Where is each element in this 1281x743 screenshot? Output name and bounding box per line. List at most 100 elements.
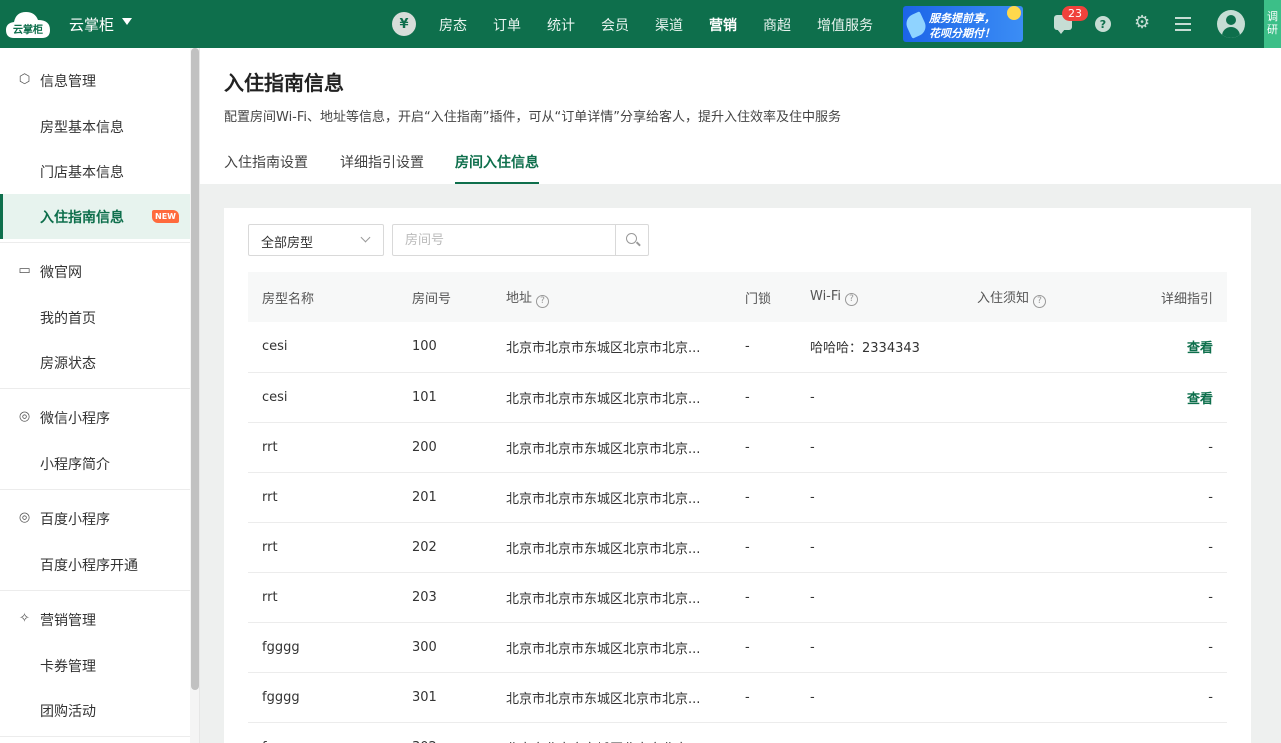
tab-room-checkin-info[interactable]: 房间入住信息 bbox=[455, 152, 539, 184]
sidebar-item[interactable]: 小程序简介 bbox=[0, 441, 190, 486]
sidebar-group-title[interactable]: ◎ 百度小程序 bbox=[0, 496, 190, 540]
table-cell: - bbox=[1093, 422, 1227, 473]
sidebar-group-title[interactable]: ⬡ 信息管理 bbox=[0, 58, 190, 102]
cell-text: 北京市北京市东城区北京市北京... bbox=[506, 341, 701, 357]
sidebar-item[interactable]: 我的首页 bbox=[0, 295, 190, 340]
table-cell: - bbox=[731, 372, 796, 423]
cell-text: - bbox=[810, 389, 815, 405]
sidebar-item[interactable]: 百度小程序开通 bbox=[0, 542, 190, 587]
room-type-select[interactable]: 全部房型 bbox=[248, 224, 384, 256]
sidebar-divider bbox=[0, 242, 190, 243]
menu-icon[interactable] bbox=[1175, 17, 1191, 31]
sidebar-group-title[interactable]: ✧ 营销管理 bbox=[0, 597, 190, 641]
sidebar-divider bbox=[0, 388, 190, 389]
sidebar-item[interactable]: 门店基本信息 bbox=[0, 149, 190, 194]
help-icon[interactable]: ? bbox=[1095, 16, 1111, 32]
cell-text: 301 bbox=[412, 689, 437, 705]
sidebar-group-label: 百度小程序 bbox=[40, 512, 110, 528]
nav-item[interactable]: 订单 bbox=[493, 15, 521, 35]
cell-text: 202 bbox=[412, 539, 437, 555]
search-icon[interactable] bbox=[615, 225, 648, 255]
table-row: fgggg 301 北京市北京市东城区北京市北京... - - - bbox=[248, 672, 1227, 723]
table-cell bbox=[963, 672, 1093, 723]
yen-icon[interactable]: ¥ bbox=[392, 12, 416, 36]
sidebar-item[interactable]: 卡券管理 bbox=[0, 643, 190, 688]
sidebar-item[interactable]: 入住指南信息 NEW bbox=[0, 194, 190, 239]
table-cell: fgggg bbox=[248, 722, 398, 743]
cell-text: - bbox=[810, 539, 815, 555]
room-number-input[interactable] bbox=[393, 225, 615, 255]
col-header-room-number: 房间号 bbox=[398, 272, 492, 322]
sidebar-scrollbar-thumb[interactable] bbox=[191, 48, 199, 690]
sidebar-group-title[interactable]: ▭ 微官网 bbox=[0, 249, 190, 293]
table-cell: - bbox=[731, 572, 796, 623]
page-title: 入住指南信息 bbox=[224, 71, 344, 95]
table-cell: cesi bbox=[248, 322, 398, 373]
table-cell: 北京市北京市东城区北京市北京... bbox=[492, 672, 731, 723]
table-cell: fgggg bbox=[248, 622, 398, 673]
table-cell: 哈哈哈：2334343 bbox=[796, 322, 963, 373]
table-row: cesi 100 北京市北京市东城区北京市北京... - 哈哈哈：2334343 查看 bbox=[248, 322, 1227, 373]
gear-icon[interactable]: ⚙ bbox=[1134, 14, 1150, 32]
table-header-row: 房型名称 房间号 地址? 门锁 Wi-Fi? 入住须知? 详细指引 bbox=[248, 272, 1227, 322]
promo-banner[interactable]: 服务提前享， 花呗分期付！ bbox=[903, 6, 1023, 42]
table-cell: - bbox=[796, 372, 963, 423]
sidebar-item-label: 门店基本信息 bbox=[40, 165, 124, 181]
caret-down-icon[interactable] bbox=[122, 18, 132, 25]
table-cell: 北京市北京市东城区北京市北京... bbox=[492, 322, 731, 373]
cell-text: fgggg bbox=[262, 689, 300, 705]
table-cell: rrt bbox=[248, 472, 398, 523]
sidebar-item[interactable]: 房源状态 bbox=[0, 340, 190, 385]
question-circle-icon[interactable]: ? bbox=[1033, 294, 1047, 308]
table-cell: fgggg bbox=[248, 672, 398, 723]
cell-text: - bbox=[810, 740, 815, 743]
nav-item[interactable]: 增值服务 bbox=[817, 15, 873, 35]
nav-item[interactable]: 房态 bbox=[439, 15, 467, 35]
cell-text: 北京市北京市东城区北京市北京... bbox=[506, 591, 701, 607]
cell-text: - bbox=[1208, 689, 1213, 705]
col-header-lock: 门锁 bbox=[731, 272, 796, 322]
table-cell: 北京市北京市东城区北京市北京... bbox=[492, 722, 731, 743]
nav-item[interactable]: 商超 bbox=[763, 15, 791, 35]
cell-text: cesi bbox=[262, 339, 288, 355]
table-cell: 302 bbox=[398, 722, 492, 743]
cell-text: - bbox=[1208, 589, 1213, 605]
sidebar-item-label: 我的首页 bbox=[40, 311, 96, 327]
table-cell bbox=[963, 722, 1093, 743]
sidebar: ⬡ 信息管理房型基本信息 门店基本信息入住指南信息 NEW ▭ 微官网我的首页房源状态 ◎ 微… bbox=[0, 48, 200, 743]
nav-item[interactable]: 渠道 bbox=[655, 15, 683, 35]
table-cell: rrt bbox=[248, 422, 398, 473]
cell-text: 北京市北京市东城区北京市北京... bbox=[506, 391, 701, 407]
table-cell: - bbox=[796, 422, 963, 473]
avatar[interactable] bbox=[1217, 10, 1245, 38]
table-cell: 201 bbox=[398, 472, 492, 523]
cell-text: - bbox=[1208, 439, 1213, 455]
sidebar-group-title[interactable]: ◎ 微信小程序 bbox=[0, 395, 190, 439]
nav-item[interactable]: 统计 bbox=[547, 15, 575, 35]
cell-text: rrt bbox=[262, 489, 278, 505]
table-row: cesi 101 北京市北京市东城区北京市北京... - - 查看 bbox=[248, 372, 1227, 423]
cell-text: - bbox=[745, 439, 750, 455]
sidebar-item[interactable]: 房型基本信息 bbox=[0, 104, 190, 149]
nav-item[interactable]: 营销 bbox=[709, 15, 737, 35]
table-cell: - bbox=[796, 472, 963, 523]
sidebar-item-label: 房型基本信息 bbox=[40, 120, 124, 136]
table-cell: 203 bbox=[398, 572, 492, 623]
sidebar-scrollbar[interactable] bbox=[190, 48, 199, 743]
view-detail-link[interactable]: 查看 bbox=[1187, 341, 1213, 356]
table-cell: - bbox=[1093, 672, 1227, 723]
table-cell: 200 bbox=[398, 422, 492, 473]
cell-text: 302 bbox=[412, 740, 437, 743]
question-circle-icon[interactable]: ? bbox=[845, 292, 859, 306]
survey-side-tab[interactable]: 调研 bbox=[1264, 0, 1281, 48]
sidebar-item-label: 入住指南信息 bbox=[40, 210, 124, 226]
cell-text: 北京市北京市东城区北京市北京... bbox=[506, 691, 701, 707]
cell-text: 203 bbox=[412, 589, 437, 605]
tab-guide-settings[interactable]: 入住指南设置 bbox=[224, 152, 308, 184]
question-circle-icon[interactable]: ? bbox=[536, 294, 550, 308]
view-detail-link[interactable]: 查看 bbox=[1187, 392, 1213, 407]
sidebar-item[interactable]: 团购活动 bbox=[0, 688, 190, 733]
sidebar-divider bbox=[0, 590, 190, 591]
tab-detail-guide-settings[interactable]: 详细指引设置 bbox=[340, 152, 424, 184]
nav-item[interactable]: 会员 bbox=[601, 15, 629, 35]
